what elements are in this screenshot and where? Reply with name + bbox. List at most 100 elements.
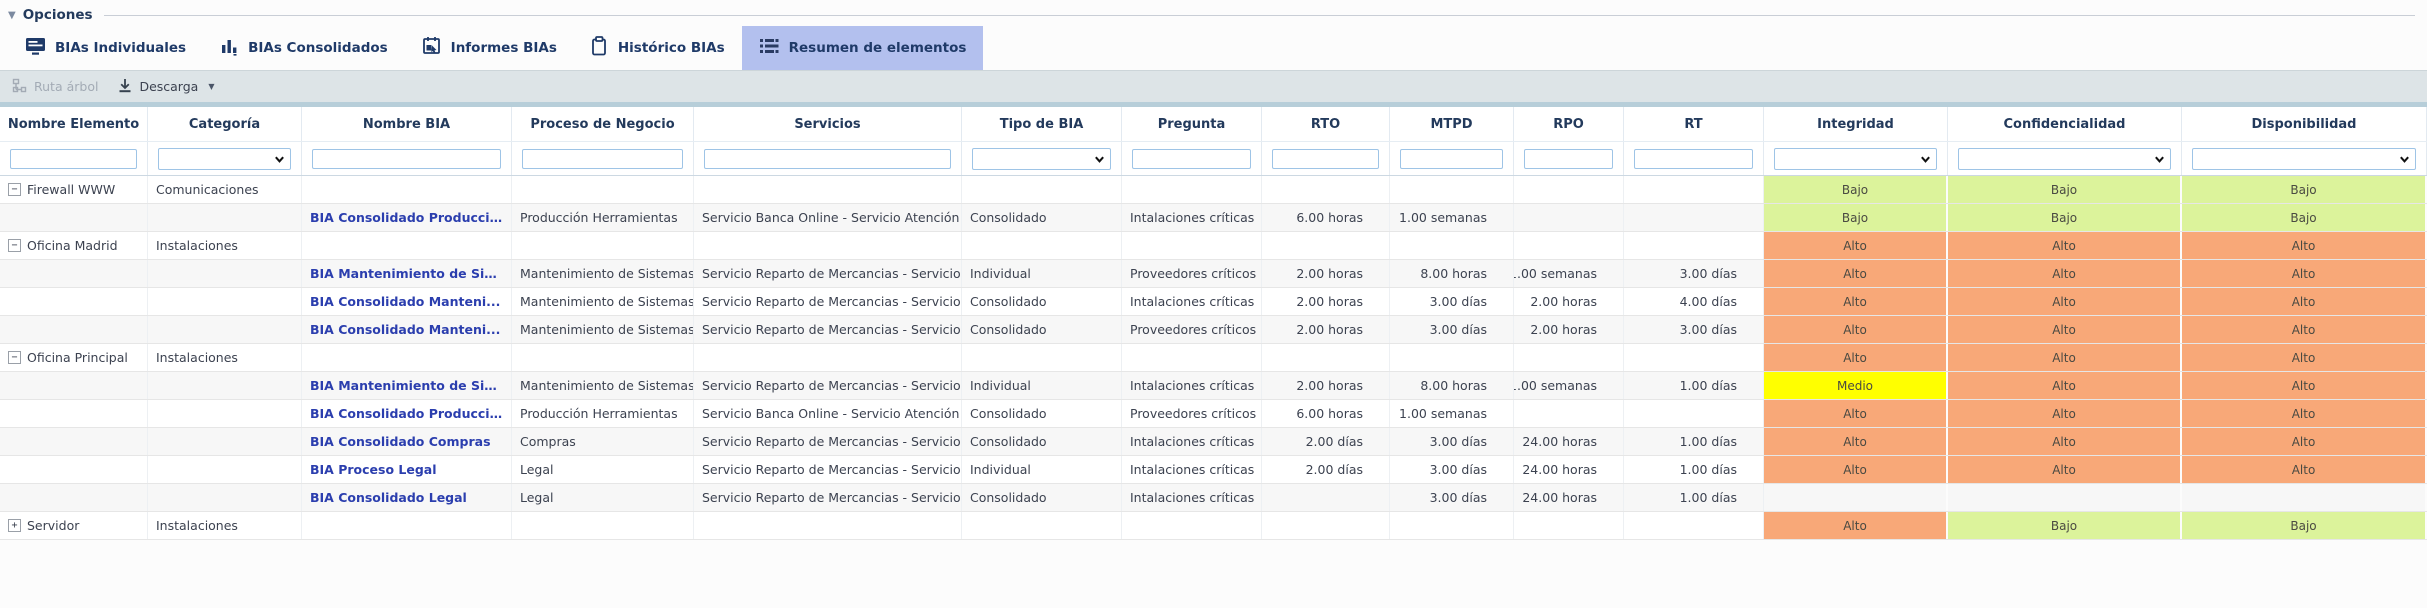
cell-tipo: Individual bbox=[962, 372, 1122, 399]
column-header-disponibilidad[interactable]: Disponibilidad bbox=[2182, 107, 2427, 141]
tab-hist-rico-bias[interactable]: Histórico BIAs bbox=[574, 26, 742, 70]
cell-integridad bbox=[1764, 484, 1948, 511]
ruta-arbol-button[interactable]: Ruta árbol bbox=[12, 78, 98, 96]
cell-element bbox=[0, 428, 148, 455]
table-row: BIA Mantenimiento de Sist...Mantenimient… bbox=[0, 372, 2427, 400]
collapse-icon[interactable]: − bbox=[8, 183, 21, 196]
cell-category: Instalaciones bbox=[148, 344, 302, 371]
cell-rpo: 24.00 horas bbox=[1514, 484, 1624, 511]
filter-select-integridad[interactable] bbox=[1774, 148, 1937, 170]
cell-bia: BIA Consolidado Compras bbox=[302, 428, 512, 455]
column-header-rto[interactable]: RTO bbox=[1262, 107, 1390, 141]
filter-input-rpo[interactable] bbox=[1524, 149, 1613, 169]
filter-input-bia[interactable] bbox=[312, 149, 501, 169]
bia-link[interactable]: BIA Mantenimiento de Sist... bbox=[310, 378, 503, 393]
tab-resumen-de-elementos[interactable]: Resumen de elementos bbox=[742, 26, 984, 70]
column-header-mtpd[interactable]: MTPD bbox=[1390, 107, 1514, 141]
cell-integridad: Alto bbox=[1764, 288, 1948, 315]
cell-confidencialidad: Alto bbox=[1948, 456, 2182, 483]
column-header-element[interactable]: Nombre Elemento bbox=[0, 107, 148, 141]
cell-category: Comunicaciones bbox=[148, 176, 302, 203]
bia-link[interactable]: BIA Proceso Legal bbox=[310, 462, 437, 477]
tab-bias-consolidados[interactable]: BIAs Consolidados bbox=[203, 26, 405, 70]
bia-link[interactable]: BIA Consolidado Compras bbox=[310, 434, 491, 449]
cell-rto bbox=[1262, 232, 1390, 259]
opciones-panel-header: ▼ Opciones bbox=[0, 0, 2427, 23]
cell-process: Producción Herramientas bbox=[512, 204, 694, 231]
cell-services bbox=[694, 512, 962, 539]
cell-disponibilidad: Alto bbox=[2182, 456, 2427, 483]
bia-link[interactable]: BIA Consolidado Manteni... bbox=[310, 294, 500, 309]
cell-confidencialidad: Alto bbox=[1948, 232, 2182, 259]
filter-cell-category bbox=[148, 142, 302, 175]
bia-link[interactable]: BIA Consolidado Producci... bbox=[310, 406, 503, 421]
cell-rpo: 24.00 horas bbox=[1514, 428, 1624, 455]
expand-icon[interactable]: + bbox=[8, 519, 21, 532]
bia-link[interactable]: BIA Consolidado Legal bbox=[310, 490, 467, 505]
column-header-confidencialidad[interactable]: Confidencialidad bbox=[1948, 107, 2182, 141]
cell-bia: BIA Consolidado Manteni... bbox=[302, 288, 512, 315]
cell-rt: 1.00 días bbox=[1624, 372, 1764, 399]
filter-input-mtpd[interactable] bbox=[1400, 149, 1503, 169]
filter-select-tipo[interactable] bbox=[972, 148, 1111, 170]
cell-element bbox=[0, 260, 148, 287]
cell-integridad: Alto bbox=[1764, 344, 1948, 371]
column-header-process[interactable]: Proceso de Negocio bbox=[512, 107, 694, 141]
cell-services: Servicio Reparto de Mercancias - Servici… bbox=[694, 260, 962, 287]
filter-select-confidencialidad[interactable] bbox=[1958, 148, 2171, 170]
cell-rt: 3.00 días bbox=[1624, 260, 1764, 287]
tab-label: BIAs Individuales bbox=[55, 40, 186, 56]
cell-bia: BIA Consolidado Producci... bbox=[302, 400, 512, 427]
cell-rpo: 1.00 semanas bbox=[1514, 372, 1624, 399]
column-header-pregunta[interactable]: Pregunta bbox=[1122, 107, 1262, 141]
cell-integridad: Alto bbox=[1764, 260, 1948, 287]
element-name: Oficina Principal bbox=[27, 350, 128, 365]
bia-link[interactable]: BIA Mantenimiento de Sist... bbox=[310, 266, 503, 281]
column-header-bia[interactable]: Nombre BIA bbox=[302, 107, 512, 141]
tab-bias-individuales[interactable]: BIAs Individuales bbox=[8, 26, 203, 70]
filter-input-services[interactable] bbox=[704, 149, 951, 169]
cell-bia: BIA Consolidado Legal bbox=[302, 484, 512, 511]
filter-select-disponibilidad[interactable] bbox=[2192, 148, 2416, 170]
column-header-category[interactable]: Categoría bbox=[148, 107, 302, 141]
collapse-icon[interactable]: − bbox=[8, 351, 21, 364]
filter-input-element[interactable] bbox=[10, 149, 137, 169]
cell-rpo: 1.00 semanas bbox=[1514, 260, 1624, 287]
cell-tipo: Consolidado bbox=[962, 204, 1122, 231]
cell-rpo: 2.00 horas bbox=[1514, 288, 1624, 315]
filter-input-rto[interactable] bbox=[1272, 149, 1379, 169]
filter-input-pregunta[interactable] bbox=[1132, 149, 1251, 169]
column-header-tipo[interactable]: Tipo de BIA bbox=[962, 107, 1122, 141]
bia-link[interactable]: BIA Consolidado Manteni... bbox=[310, 322, 500, 337]
column-header-rpo[interactable]: RPO bbox=[1514, 107, 1624, 141]
descarga-button[interactable]: Descarga ▼ bbox=[118, 78, 214, 96]
collapse-icon[interactable]: − bbox=[8, 239, 21, 252]
cell-services: Servicio Reparto de Mercancias - Servici… bbox=[694, 428, 962, 455]
column-header-integridad[interactable]: Integridad bbox=[1764, 107, 1948, 141]
column-header-rt[interactable]: RT bbox=[1624, 107, 1764, 141]
collapse-triangle-icon[interactable]: ▼ bbox=[8, 10, 16, 21]
cell-disponibilidad: Alto bbox=[2182, 316, 2427, 343]
bia-link[interactable]: BIA Consolidado Producci... bbox=[310, 210, 503, 225]
filter-input-process[interactable] bbox=[522, 149, 683, 169]
cell-tipo bbox=[962, 176, 1122, 203]
cell-rpo bbox=[1514, 176, 1624, 203]
filter-select-category[interactable] bbox=[158, 148, 291, 170]
cell-rt: 1.00 días bbox=[1624, 484, 1764, 511]
cell-disponibilidad: Bajo bbox=[2182, 512, 2427, 539]
grid-body: −Firewall WWWComunicacionesBajoBajoBajoB… bbox=[0, 176, 2427, 540]
filter-input-rt[interactable] bbox=[1634, 149, 1753, 169]
table-row: BIA Consolidado LegalLegalServicio Repar… bbox=[0, 484, 2427, 512]
cell-confidencialidad: Bajo bbox=[1948, 204, 2182, 231]
tab-label: Histórico BIAs bbox=[618, 40, 725, 56]
cell-element: −Firewall WWW bbox=[0, 176, 148, 203]
clipboard-icon bbox=[591, 36, 609, 60]
cell-disponibilidad: Alto bbox=[2182, 344, 2427, 371]
column-header-services[interactable]: Servicios bbox=[694, 107, 962, 141]
cell-bia: BIA Proceso Legal bbox=[302, 456, 512, 483]
tab-informes-bias[interactable]: Informes BIAs bbox=[405, 26, 574, 70]
cell-confidencialidad: Alto bbox=[1948, 288, 2182, 315]
cell-bia bbox=[302, 232, 512, 259]
cell-pregunta bbox=[1122, 344, 1262, 371]
cell-rt: 3.00 días bbox=[1624, 316, 1764, 343]
